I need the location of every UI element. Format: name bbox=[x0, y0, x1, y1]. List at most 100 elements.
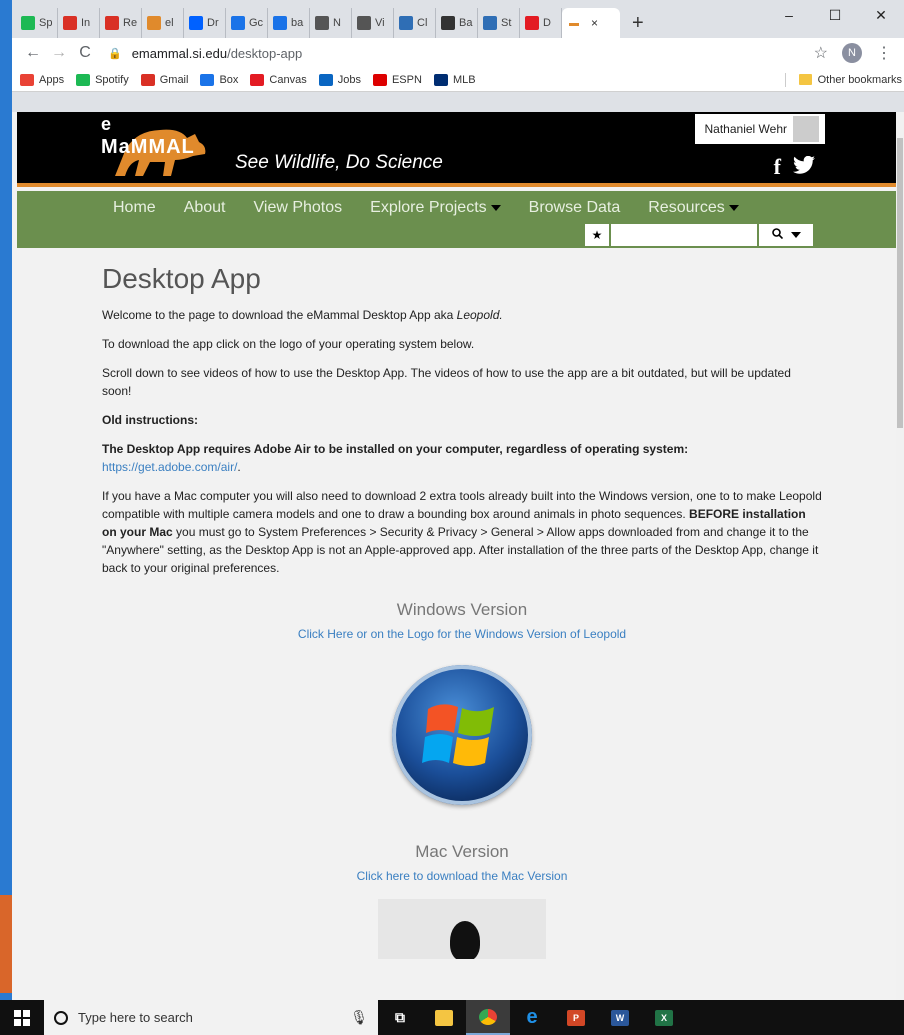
taskbar-app-1[interactable] bbox=[422, 1000, 466, 1035]
twitter-icon[interactable] bbox=[793, 155, 815, 180]
nav-label: Browse Data bbox=[528, 199, 621, 216]
mac-instructions: If you have a Mac computer you will also… bbox=[102, 489, 822, 575]
tab-6[interactable]: ba bbox=[268, 8, 310, 38]
page-title: Desktop App bbox=[102, 263, 261, 294]
bookmark-0[interactable]: Apps bbox=[20, 73, 64, 86]
forward-button[interactable]: → bbox=[46, 44, 72, 62]
nav-item-3[interactable]: Explore Projects bbox=[370, 199, 501, 217]
tab-label: Ba bbox=[459, 17, 473, 29]
favorites-star-icon[interactable]: ★ bbox=[585, 224, 609, 246]
gmail-icon bbox=[105, 16, 119, 30]
canvas-icon bbox=[250, 73, 265, 86]
web-page: e MaMMAL See Wildlife, Do Science Nathan… bbox=[12, 112, 904, 1000]
url-path: /desktop-app bbox=[227, 45, 303, 61]
tab-emammal-active[interactable]: ▬ × bbox=[562, 8, 620, 38]
logo-wordmark[interactable]: MaMMAL bbox=[101, 136, 195, 159]
taskbar-app-0[interactable]: ⧉ bbox=[378, 1000, 422, 1035]
apple-logo-icon[interactable] bbox=[378, 899, 546, 959]
edge-icon: e bbox=[526, 1006, 538, 1028]
bookmark-4[interactable]: Canvas bbox=[250, 73, 307, 86]
tab-11[interactable]: St bbox=[478, 8, 520, 38]
profile-avatar[interactable]: N bbox=[842, 43, 862, 63]
maximize-button[interactable]: ☐ bbox=[812, 0, 858, 30]
file-explorer-icon bbox=[435, 1009, 453, 1026]
taskbar-app-3[interactable]: e bbox=[510, 1000, 554, 1035]
other-bookmarks-folder[interactable]: Other bookmarks bbox=[798, 74, 902, 86]
tab-8[interactable]: Vi bbox=[352, 8, 394, 38]
url-input[interactable]: 🔒 emammal.si.edu/desktop-app bbox=[98, 41, 814, 65]
bookmark-7[interactable]: MLB bbox=[433, 73, 476, 86]
spotify-icon bbox=[76, 73, 91, 86]
reload-button[interactable]: C bbox=[72, 44, 98, 62]
taskbar-search-placeholder: Type here to search bbox=[78, 1010, 193, 1025]
minimize-button[interactable]: – bbox=[766, 0, 812, 30]
tab-2[interactable]: Re bbox=[100, 8, 142, 38]
close-window-button[interactable]: ✕ bbox=[858, 0, 904, 30]
taskbar-app-2[interactable] bbox=[466, 1000, 510, 1035]
bookmark-5[interactable]: Jobs bbox=[318, 73, 361, 86]
folder-icon bbox=[798, 74, 812, 85]
tab-9[interactable]: Cl bbox=[394, 8, 436, 38]
logo-e: e bbox=[101, 114, 112, 134]
bookmark-star-icon[interactable]: ☆ bbox=[814, 43, 828, 63]
tab-3[interactable]: el bbox=[142, 8, 184, 38]
bug-icon bbox=[315, 16, 329, 30]
powerpoint-icon: P bbox=[567, 1009, 585, 1026]
tab-0[interactable]: Sp bbox=[16, 8, 58, 38]
tab-5[interactable]: Gc bbox=[226, 8, 268, 38]
close-tab-icon[interactable]: × bbox=[591, 16, 598, 30]
taskbar-app-5[interactable]: W bbox=[598, 1000, 642, 1035]
nav-item-0[interactable]: Home bbox=[113, 199, 156, 217]
page-scrollbar[interactable] bbox=[896, 112, 904, 1000]
browser-menu-icon[interactable]: ⋮ bbox=[876, 43, 892, 63]
site-search-input[interactable] bbox=[611, 224, 757, 246]
bookmark-3[interactable]: Box bbox=[200, 73, 238, 86]
facebook-icon[interactable]: f bbox=[774, 154, 781, 180]
user-menu[interactable]: Nathaniel Wehr bbox=[694, 114, 825, 144]
taskbar-app-6[interactable]: X bbox=[642, 1000, 686, 1035]
tab-7[interactable]: N bbox=[310, 8, 352, 38]
browser-window: Sp In Re el Dr Gc ba N Vi Cl Ba St D ▬ × + – ☐ ✕ ← →… bbox=[12, 0, 904, 1000]
tab-label: N bbox=[333, 17, 341, 29]
bookmark-2[interactable]: Gmail bbox=[140, 73, 188, 86]
gmail-icon bbox=[63, 16, 77, 30]
bookmark-6[interactable]: ESPN bbox=[372, 73, 422, 86]
chevron-down-icon bbox=[490, 204, 501, 211]
adobe-air-link[interactable]: https://get.adobe.com/air/ bbox=[102, 460, 237, 474]
spotify-icon bbox=[21, 16, 35, 30]
windows-logo-icon[interactable] bbox=[392, 665, 532, 805]
bookmark-label: Canvas bbox=[269, 73, 307, 86]
mac-version-title: Mac Version bbox=[415, 842, 509, 861]
nav-item-5[interactable]: Resources bbox=[648, 199, 739, 217]
tab-12[interactable]: D bbox=[520, 8, 562, 38]
chrome-icon bbox=[479, 1008, 497, 1025]
emammal-icon bbox=[147, 16, 161, 30]
start-button[interactable] bbox=[0, 1000, 44, 1035]
nav-item-2[interactable]: View Photos bbox=[254, 199, 343, 217]
tab-4[interactable]: Dr bbox=[184, 8, 226, 38]
bookmark-label: Spotify bbox=[95, 73, 129, 86]
tab-10[interactable]: Ba bbox=[436, 8, 478, 38]
nav-item-4[interactable]: Browse Data bbox=[529, 199, 621, 217]
new-tab-button[interactable]: + bbox=[620, 8, 656, 38]
tab-1[interactable]: In bbox=[58, 8, 100, 38]
bookmark-label: ESPN bbox=[391, 73, 422, 86]
bookmark-1[interactable]: Spotify bbox=[76, 73, 129, 86]
scrollbar-thumb[interactable] bbox=[897, 138, 903, 428]
bookmark-label: MLB bbox=[452, 73, 476, 86]
windows-version-title: Windows Version bbox=[396, 600, 528, 619]
microphone-icon[interactable]: 🎙 bbox=[350, 1009, 368, 1026]
windows-taskbar: Type here to search 🎙 ⧉ e P W X bbox=[0, 1000, 904, 1035]
nav-item-1[interactable]: About bbox=[184, 199, 226, 217]
windows-download-link[interactable]: Click Here or on the Logo for the Window… bbox=[298, 627, 626, 641]
globe-icon bbox=[441, 16, 455, 30]
back-button[interactable]: ← bbox=[20, 44, 46, 62]
search-button[interactable] bbox=[759, 224, 813, 246]
adobe-air-note: The Desktop App requires Adobe Air to be… bbox=[102, 442, 689, 474]
taskbar-search-input[interactable]: Type here to search 🎙 bbox=[44, 1000, 378, 1035]
tab-label: el bbox=[165, 17, 174, 29]
mac-download-link[interactable]: Click here to download the Mac Version bbox=[357, 869, 568, 883]
taskbar-app-4[interactable]: P bbox=[554, 1000, 598, 1035]
url-domain: emammal.si.edu bbox=[131, 45, 228, 61]
bookmarks-bar: Apps Spotify Gmail Box Canvas Jobs ESPN MLB Oth… bbox=[12, 68, 904, 92]
